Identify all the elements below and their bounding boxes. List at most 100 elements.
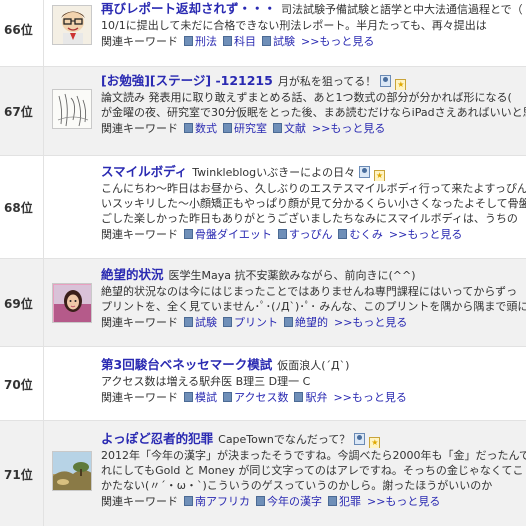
ranking-entry: 67位 [お勉強][ステージ] -121215 月が私を狙ってる！ ★ 論文読み 発… [0, 66, 526, 155]
rank-column: 71位 [0, 421, 44, 526]
keyword-icon [223, 317, 232, 327]
excerpt-line: 絶望的状況なのは今にはじまったことではありませんね専門課程にはいってからずっ [101, 285, 518, 298]
rank-label: 66位 [4, 23, 33, 37]
entry-content: 再びレポート返却されず・・・ 司法試験予備試験と語学と中大法通信過程とで（ 10/… [101, 0, 526, 50]
keyword-icon [277, 229, 287, 239]
keyword-link[interactable]: 今年の漢字 [256, 495, 322, 508]
keyword-link[interactable]: 数式 [184, 122, 217, 135]
related-keywords: 関連キーワード 南アフリカ 今年の漢字 犯罪 >>もっと見る [101, 493, 526, 510]
keyword-label: 関連キーワード [101, 228, 178, 241]
post-title-link[interactable]: 絶望的状況 [101, 267, 164, 282]
more-keywords-link[interactable]: >>もっと見る [367, 495, 440, 508]
keyword-link[interactable]: 試験 [184, 316, 217, 329]
more-keywords-link[interactable]: >>もっと見る [333, 391, 406, 404]
related-keywords: 関連キーワード 数式 研究室 文献 >>もっと見る [101, 120, 526, 137]
blog-name[interactable]: 医学生Maya 抗不安薬飲みながら、前向きに(^^) [169, 269, 416, 282]
entry-content: [お勉強][ステージ] -121215 月が私を狙ってる！ ★ 論文読み 発表用に取… [101, 71, 526, 137]
title-line: 絶望的状況 医学生Maya 抗不安薬飲みながら、前向きに(^^) [101, 265, 526, 284]
keyword-icon [184, 123, 193, 133]
keyword-link[interactable]: 科目 [223, 35, 256, 48]
rank-label: 69位 [4, 297, 33, 311]
post-title-link[interactable]: [お勉強][ステージ] -121215 [101, 73, 273, 88]
keyword-link[interactable]: すっぴん [277, 228, 332, 241]
post-title-link[interactable]: よっぽど忍者的犯罪 [101, 431, 213, 446]
blog-name[interactable]: Twinkleblogいぶきーによの日々 [192, 166, 355, 179]
post-excerpt: 絶望的状況なのは今にはじまったことではありませんね専門課程にはいってからずっ プ… [101, 284, 526, 314]
entry-content: よっぽど忍者的犯罪 CapeTownでなんだって？ ★ 2012年「今年の漢字」が決… [101, 429, 526, 510]
title-line: よっぽど忍者的犯罪 CapeTownでなんだって？ ★ [101, 429, 526, 448]
keyword-link[interactable]: プリント [223, 316, 278, 329]
excerpt-line: 10/1に提出して未だに合格できない刑法レポート。半月たっても、再々提出は [101, 19, 487, 32]
keyword-label: 関連キーワード [101, 391, 178, 404]
post-title-link[interactable]: 第3回駿台ベネッセマーク模試 [101, 357, 272, 372]
keyword-icon [262, 36, 271, 46]
profile-icon[interactable] [380, 75, 392, 87]
more-keywords-link[interactable]: >>もっと見る [334, 316, 407, 329]
profile-icon[interactable] [359, 166, 371, 178]
excerpt-line: ごした楽しかった昨日もありがとうございましたちなみにスマイルボディは、うちの [101, 212, 518, 225]
rank-column: 68位 [0, 156, 44, 258]
keyword-icon [184, 496, 193, 506]
related-keywords: 関連キーワード 模試 アクセス数 駅弁 >>もっと見る [101, 389, 526, 406]
excerpt-line: が金曜の夜、研究室で30分仮眠をとった後、まあ読むだけならiPadさえあればいい… [101, 106, 526, 119]
blog-thumbnail[interactable] [52, 89, 92, 129]
blog-thumbnail[interactable] [52, 5, 92, 45]
blog-name[interactable]: 月が私を狙ってる！ [278, 75, 376, 88]
excerpt-line: れにしてもGold と Money が同じ文字ってのはアレですね。そっちの金じゃ… [101, 464, 524, 477]
more-keywords-link[interactable]: >>もっと見る [312, 122, 385, 135]
keyword-icon [184, 317, 193, 327]
ranking-entry: 70位 第3回駿台ベネッセマーク模試 仮面浪人(´Д`) アクセス数は増える駅弁医… [0, 346, 526, 420]
favorite-star-icon[interactable]: ★ [395, 79, 407, 90]
rank-label: 70位 [4, 378, 33, 392]
post-title-link[interactable]: 再びレポート返却されず・・・ [101, 1, 276, 16]
keyword-icon [338, 229, 348, 239]
keyword-icon [328, 496, 337, 506]
keyword-link[interactable]: 研究室 [223, 122, 267, 135]
ranking-entry: 69位 絶望的状況 医学生Maya 抗不安薬飲みながら、前向きに(^^) 絶望的状… [0, 258, 526, 346]
entry-content: スマイルボディ Twinkleblogいぶきーによの日々 ★ こんにちわ〜昨日はお昼… [101, 162, 526, 243]
keyword-link[interactable]: 絶望的 [284, 316, 328, 329]
more-keywords-link[interactable]: >>もっと見る [301, 35, 374, 48]
profile-icon[interactable] [354, 433, 366, 445]
favorite-star-icon[interactable]: ★ [374, 170, 386, 181]
blog-name[interactable]: 仮面浪人(´Д`) [277, 359, 349, 372]
excerpt-line: いスッキリした〜小顔矯正もやっぱり顔が見て分かるくらい小さくなったよそして骨盤で [101, 197, 526, 210]
keyword-label: 関連キーワード [101, 35, 178, 48]
blog-name[interactable]: 司法試験予備試験と語学と中大法通信過程とで（ [281, 3, 523, 16]
entry-content: 絶望的状況 医学生Maya 抗不安薬飲みながら、前向きに(^^) 絶望的状況なのは… [101, 265, 526, 331]
entry-content: 第3回駿台ベネッセマーク模試 仮面浪人(´Д`) アクセス数は増える駅弁医 B理三… [101, 355, 526, 406]
keyword-link[interactable]: 模試 [184, 391, 217, 404]
post-excerpt: アクセス数は増える駅弁医 B理三 D理一 C [101, 374, 526, 389]
keyword-link[interactable]: 犯罪 [328, 495, 361, 508]
keyword-link[interactable]: むくみ [338, 228, 383, 241]
keyword-icon [184, 229, 193, 239]
keyword-link[interactable]: 骨盤ダイエット [184, 228, 272, 241]
title-line: [お勉強][ステージ] -121215 月が私を狙ってる！ ★ [101, 71, 526, 90]
keyword-icon [223, 36, 232, 46]
blog-thumbnail[interactable] [52, 451, 92, 491]
keyword-link[interactable]: 駅弁 [294, 391, 327, 404]
keyword-link[interactable]: アクセス数 [223, 391, 288, 404]
rank-column: 70位 [0, 347, 44, 420]
rank-column: 67位 [0, 67, 44, 155]
favorite-star-icon[interactable]: ★ [369, 437, 381, 448]
related-keywords: 関連キーワード 骨盤ダイエット すっぴん むくみ >>もっと見る [101, 226, 526, 243]
blog-thumbnail[interactable] [52, 283, 92, 323]
more-keywords-link[interactable]: >>もっと見る [389, 228, 462, 241]
keyword-icon [184, 392, 193, 402]
blog-name[interactable]: CapeTownでなんだって？ [218, 433, 350, 446]
keyword-link[interactable]: 南アフリカ [184, 495, 250, 508]
ranking-entry: 68位 スマイルボディ Twinkleblogいぶきーによの日々 ★ こんにちわ〜昨… [0, 155, 526, 258]
post-title-link[interactable]: スマイルボディ [101, 164, 187, 179]
keyword-link[interactable]: 文献 [273, 122, 306, 135]
keyword-icon [284, 317, 293, 327]
excerpt-line: かたない(〃´・ω・`)こういうのゲスっていうのかしら。謝ったほうがいいのか [101, 479, 493, 492]
ranking-entry: 66位 再びレポート返却されず・・・ 司法試験予備試験と語学と中大法通信過程とで（… [0, 0, 526, 66]
post-excerpt: 10/1に提出して未だに合格できない刑法レポート。半月たっても、再々提出は [101, 18, 526, 33]
title-line: 第3回駿台ベネッセマーク模試 仮面浪人(´Д`) [101, 355, 526, 374]
keyword-icon [223, 392, 232, 402]
keyword-link[interactable]: 試験 [262, 35, 295, 48]
keyword-icon [256, 496, 265, 506]
keyword-link[interactable]: 刑法 [184, 35, 217, 48]
related-keywords: 関連キーワード 試験 プリント 絶望的 >>もっと見る [101, 314, 526, 331]
